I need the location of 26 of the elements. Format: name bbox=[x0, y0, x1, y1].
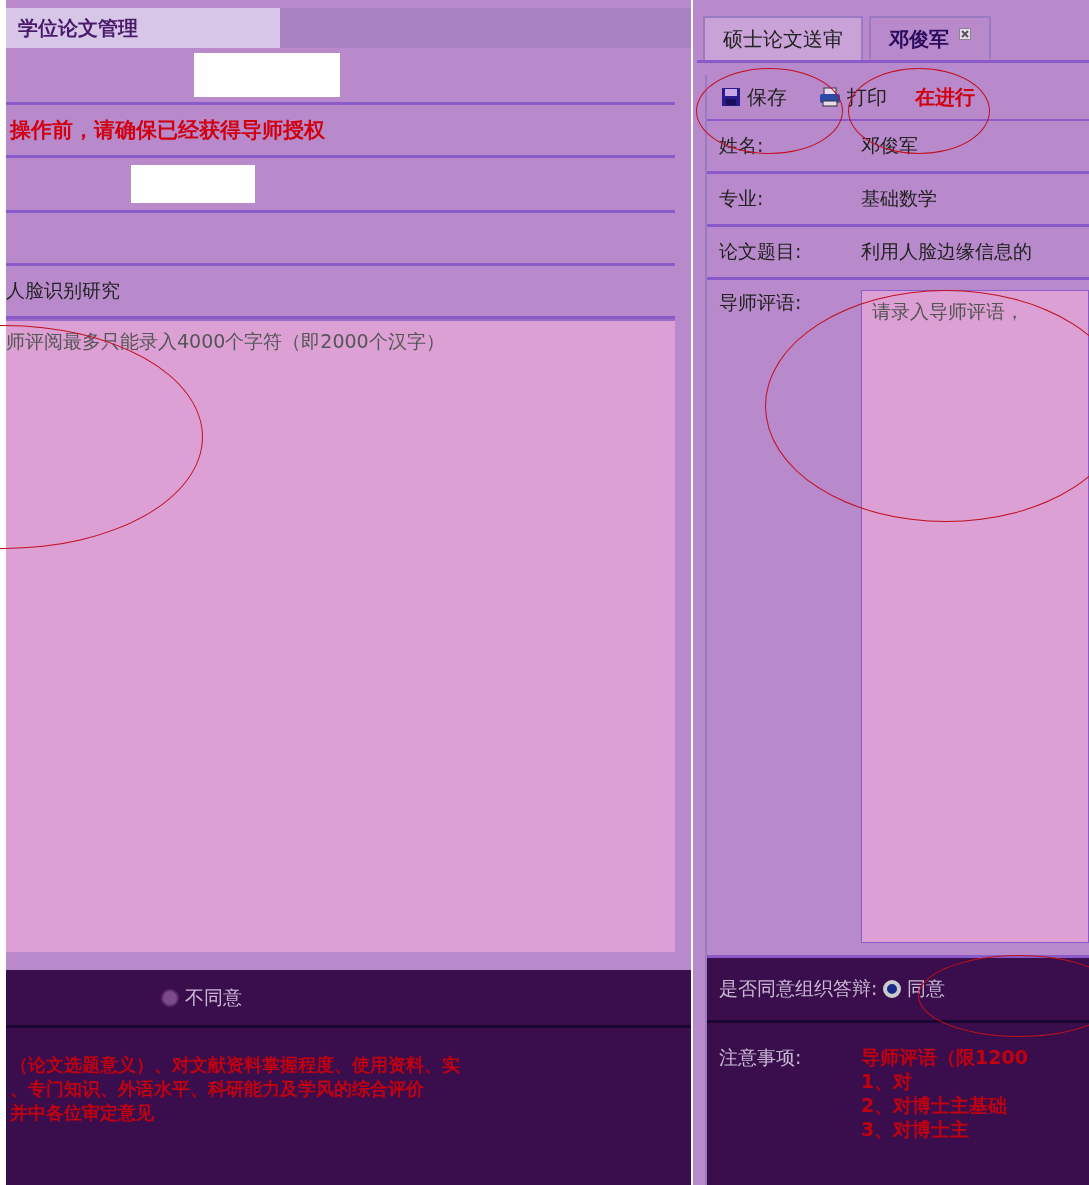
field-value: 基础数学 bbox=[861, 186, 937, 211]
field-label: 是否同意组织答辩: bbox=[718, 976, 878, 1001]
thesis-topic: 人脸识别研究 bbox=[6, 278, 120, 303]
field-label: 注意事项: bbox=[718, 1045, 803, 1070]
note-text: 、专门知识、外语水平、科研能力及学风的综合评价 bbox=[10, 1077, 425, 1101]
toolbar-button[interactable]: 保存 bbox=[707, 79, 801, 115]
panel-title: 学位论文管理 bbox=[18, 14, 138, 42]
field-value: 利用人脸边缘信息的 bbox=[861, 239, 1032, 264]
note-text: 并中各位审定意见 bbox=[10, 1101, 155, 1125]
note-text: （论文选题意义）、对文献资料掌握程度、使用资料、实 bbox=[10, 1053, 461, 1077]
tab[interactable]: 邓俊军 bbox=[869, 16, 991, 60]
note-text: 2、对博士主基础 bbox=[861, 1093, 1009, 1117]
comment-field[interactable]: 请录入导师评语， bbox=[861, 290, 1089, 943]
warning-text: 在进行 bbox=[915, 83, 975, 111]
close-icon[interactable] bbox=[959, 28, 971, 40]
tab[interactable]: 硕士论文送审 bbox=[703, 16, 863, 60]
warning-text: 操作前，请确保已经获得导师授权 bbox=[8, 117, 325, 144]
note-text: 3、对博士主 bbox=[861, 1117, 971, 1141]
radio-option[interactable]: 同意 bbox=[883, 976, 946, 1002]
field-label: 专业: bbox=[718, 186, 765, 211]
printer-icon bbox=[819, 87, 841, 107]
note-text: 1、对 bbox=[861, 1069, 914, 1093]
radio-option[interactable]: 不同意 bbox=[161, 984, 242, 1011]
field-label: 导师评语: bbox=[718, 290, 803, 315]
field-label: 论文题目: bbox=[718, 239, 803, 264]
note-text: 导师评语（限1200 bbox=[861, 1045, 1028, 1069]
